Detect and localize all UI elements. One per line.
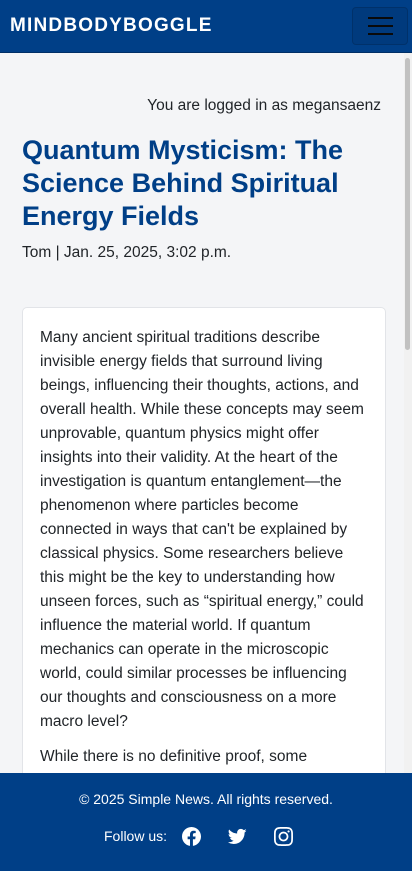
main-content: You are logged in as megansaenz Quantum … bbox=[0, 53, 404, 773]
site-footer: © 2025 Simple News. All rights reserved.… bbox=[0, 773, 412, 871]
site-brand[interactable]: MINDBODYBOGGLE bbox=[10, 15, 213, 37]
social-links: Follow us: bbox=[104, 826, 319, 846]
menu-toggle-button[interactable] bbox=[352, 7, 408, 45]
hamburger-menu-icon bbox=[367, 17, 393, 19]
scrollbar-thumb[interactable] bbox=[405, 58, 410, 350]
article-paragraph: Many ancient spiritual traditions descri… bbox=[40, 329, 364, 730]
copyright-text: © 2025 Simple News. All rights reserved. bbox=[79, 791, 333, 807]
article-paragraph: While there is no definitive proof, some bbox=[40, 748, 308, 765]
article-title: Quantum Mysticism: The Science Behind Sp… bbox=[22, 135, 344, 231]
instagram-icon[interactable] bbox=[273, 826, 293, 846]
top-navbar: MINDBODYBOGGLE bbox=[0, 0, 412, 53]
follow-label: Follow us: bbox=[104, 828, 168, 844]
article-body-card: Many ancient spiritual traditions descri… bbox=[22, 307, 386, 773]
facebook-icon[interactable] bbox=[181, 826, 201, 846]
article-meta: Tom | Jan. 25, 2025, 3:02 p.m. bbox=[22, 244, 232, 261]
twitter-icon[interactable] bbox=[227, 826, 247, 846]
login-status: You are logged in as megansaenz bbox=[147, 97, 381, 114]
